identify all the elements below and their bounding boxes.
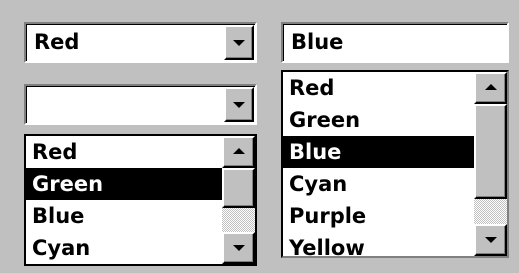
scroll-down-button[interactable] xyxy=(222,232,255,264)
color-dropdown-combo[interactable]: Red xyxy=(24,22,257,63)
dropdown-button[interactable] xyxy=(224,87,254,122)
combo-value: Blue xyxy=(291,30,344,54)
list-item[interactable]: Cyan xyxy=(26,232,222,264)
simple-combo-list[interactable]: Red Green Blue Cyan Purple Yellow xyxy=(281,70,509,258)
chevron-down-icon xyxy=(233,101,245,108)
dropdown-list[interactable]: Red Green Blue Cyan xyxy=(24,134,257,266)
chevron-down-icon xyxy=(233,39,245,46)
list-item[interactable]: Cyan xyxy=(283,168,474,200)
scroll-up-arrow-icon xyxy=(484,84,497,90)
combo-box-demo-panel: Red Red Green Blue Cyan Blue Red Green B… xyxy=(0,0,519,273)
combo-value: Red xyxy=(34,30,80,54)
list-item[interactable]: Green xyxy=(283,104,474,136)
scroll-up-arrow-icon xyxy=(232,148,245,154)
simple-combo-edit[interactable]: Blue xyxy=(281,22,509,63)
list-item[interactable]: Blue xyxy=(26,200,222,232)
list-item[interactable]: Purple xyxy=(283,200,474,232)
scroll-thumb[interactable] xyxy=(474,104,507,199)
vertical-scrollbar[interactable] xyxy=(222,136,255,264)
vertical-scrollbar[interactable] xyxy=(474,72,507,256)
scroll-down-arrow-icon xyxy=(232,245,245,251)
scroll-up-button[interactable] xyxy=(222,136,255,168)
scroll-down-arrow-icon xyxy=(484,237,497,243)
list-item-selected[interactable]: Blue xyxy=(283,136,474,168)
list-item[interactable]: Red xyxy=(283,72,474,104)
list-item[interactable]: Yellow xyxy=(283,232,474,256)
dropdown-button[interactable] xyxy=(224,25,254,60)
list-item-selected[interactable]: Green xyxy=(26,168,222,200)
color-dropdown-combo-open[interactable] xyxy=(24,84,257,125)
list-item[interactable]: Red xyxy=(26,136,222,168)
scroll-up-button[interactable] xyxy=(474,72,507,104)
scroll-down-button[interactable] xyxy=(474,224,507,256)
scroll-thumb[interactable] xyxy=(222,168,255,208)
